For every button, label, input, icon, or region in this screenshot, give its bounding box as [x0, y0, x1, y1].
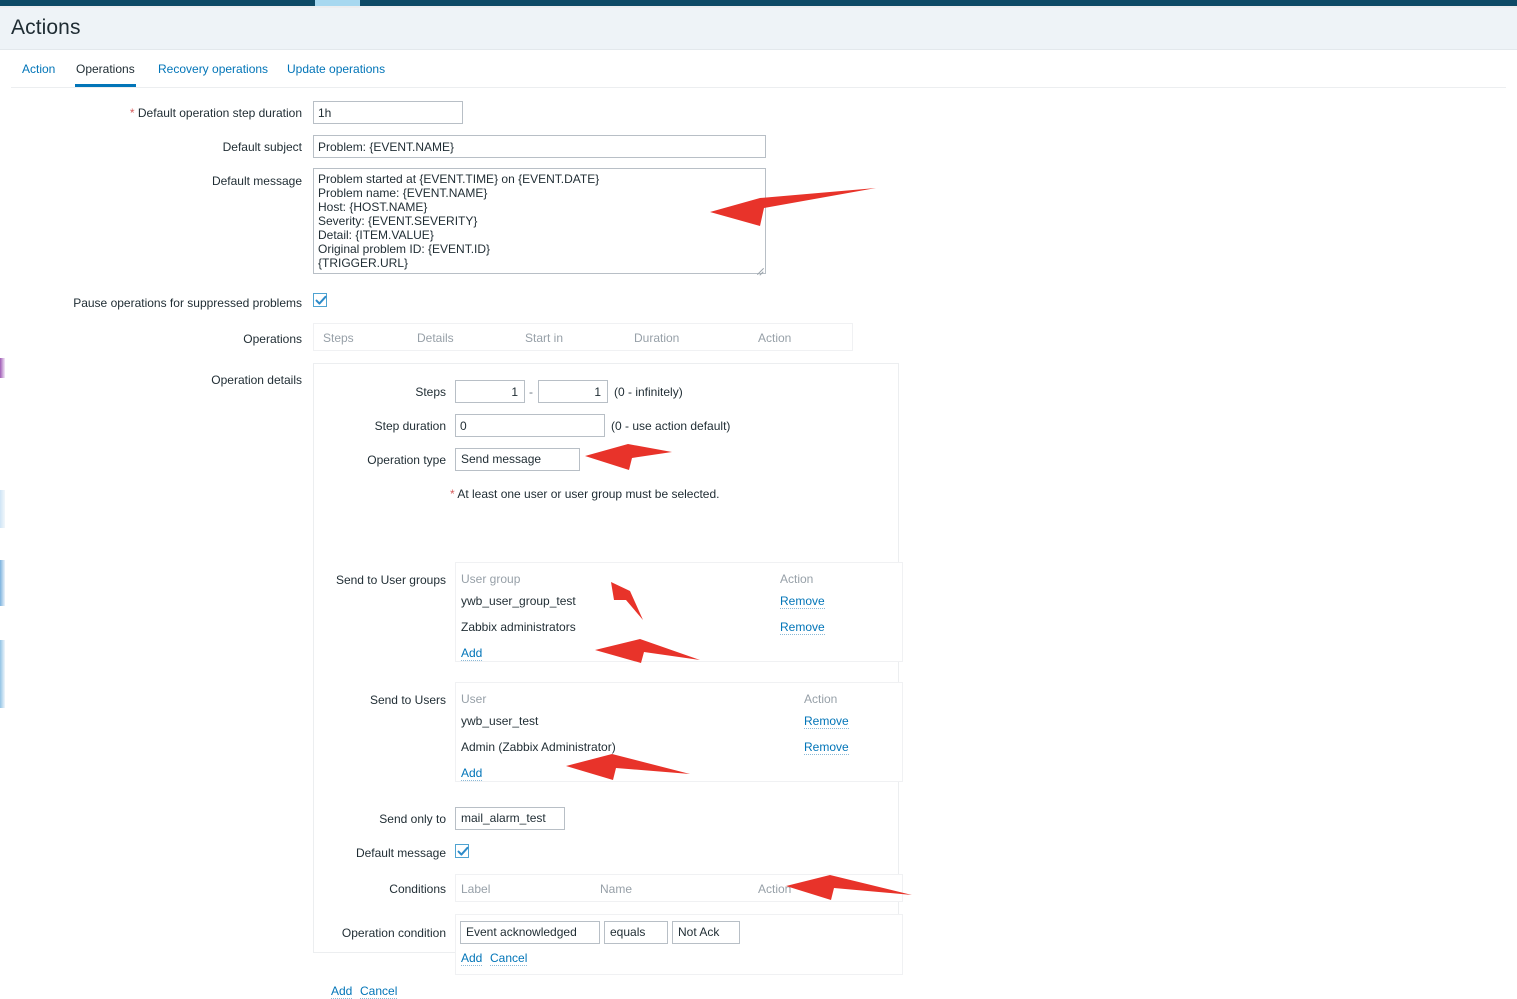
sidebar-edge-mark-purple — [0, 358, 5, 378]
steps-hint: (0 - infinitely) — [614, 385, 683, 399]
checkmark-icon — [457, 846, 469, 856]
label-default-subject: Default subject — [222, 140, 302, 154]
operation-condition-table: Event acknowledged equals Not Ack Add Ca… — [455, 914, 903, 975]
operation-default-message-checkbox[interactable] — [455, 844, 469, 858]
label-send-only-to: Send only to — [379, 812, 446, 826]
required-asterisk: * — [129, 106, 135, 120]
table-row: ywb_user_test — [461, 714, 539, 728]
label-operation-type: Operation type — [367, 453, 446, 467]
operations-col-details: Details — [417, 331, 454, 345]
operation-condition-add-link[interactable]: Add — [461, 951, 483, 966]
label-send-to-user-groups: Send to User groups — [335, 573, 446, 587]
page-title: Actions — [11, 16, 81, 39]
conditions-table: Label Name Action — [455, 874, 903, 902]
table-row: ywb_user_group_test — [461, 594, 576, 608]
operations-col-steps: Steps — [323, 331, 354, 345]
table-row: Zabbix administrators — [461, 620, 576, 634]
default-operation-step-duration-input[interactable] — [313, 101, 463, 124]
operation-details-cancel-link[interactable]: Cancel — [360, 984, 398, 999]
operation-type-select[interactable]: Send message — [455, 448, 580, 471]
add-user-link[interactable]: Add — [461, 766, 483, 781]
operation-condition-operator-value: equals — [610, 925, 646, 939]
page-header: Actions — [0, 8, 1517, 50]
step-duration-hint: (0 - use action default) — [611, 419, 731, 433]
operations-col-start-in: Start in — [525, 331, 564, 345]
table-row: Admin (Zabbix Administrator) — [461, 740, 616, 754]
conditions-col-label: Label — [461, 882, 491, 896]
sidebar-edge-mark-blue-3 — [0, 640, 5, 708]
label-operations: Operations — [243, 332, 302, 346]
add-user-group-link[interactable]: Add — [461, 646, 483, 661]
conditions-col-action: Action — [758, 882, 792, 896]
tab-operations[interactable]: Operations — [75, 58, 136, 87]
conditions-col-name: Name — [600, 882, 633, 896]
operation-condition-operator-select[interactable]: equals — [604, 921, 668, 944]
send-to-users-table: User Action ywb_user_test Remove Admin (… — [455, 682, 903, 782]
label-default-message-checkbox: Default message — [355, 846, 446, 860]
remove-user-link-1[interactable]: Remove — [804, 714, 849, 729]
checkmark-icon — [315, 295, 327, 305]
operation-condition-type-value: Event acknowledged — [466, 925, 577, 939]
tab-recovery-operations[interactable]: Recovery operations — [157, 58, 269, 84]
validation-text: At least one user or user group must be … — [457, 487, 720, 501]
label-default-message: Default message — [211, 174, 302, 188]
operation-details-panel: Steps - (0 - infinitely) Step duration (… — [313, 363, 903, 999]
label-default-operation-step-duration: * Default operation step duration — [11, 106, 302, 120]
send-only-to-value: mail_alarm_test — [461, 811, 546, 825]
remove-user-link-2[interactable]: Remove — [804, 740, 849, 755]
operation-condition-state-value: Not Ack — [678, 925, 720, 939]
default-subject-input[interactable] — [313, 135, 766, 158]
tab-bar: Action Operations Recovery operations Up… — [11, 58, 1506, 88]
remove-user-group-link-1[interactable]: Remove — [780, 594, 825, 609]
tab-action[interactable]: Action — [21, 58, 56, 84]
label-operation-details: Operation details — [211, 373, 302, 387]
pause-operations-suppressed-checkbox[interactable] — [313, 293, 327, 307]
remove-user-group-link-2[interactable]: Remove — [780, 620, 825, 635]
users-col-action: Action — [804, 692, 838, 706]
steps-to-input[interactable] — [538, 380, 608, 403]
user-selection-validation-note: * At least one user or user group must b… — [450, 487, 720, 501]
steps-from-input[interactable] — [455, 380, 525, 403]
steps-range-separator: - — [529, 385, 533, 399]
operation-condition-type-select[interactable]: Event acknowledged — [460, 921, 600, 944]
operations-table: Steps Details Start in Duration Action — [313, 323, 853, 351]
step-duration-input[interactable] — [455, 414, 605, 437]
validation-asterisk: * — [450, 487, 455, 501]
label-text: Default operation step duration — [137, 106, 302, 120]
sidebar-edge-mark-blue-2 — [0, 560, 5, 606]
user-groups-col-name: User group — [461, 572, 521, 586]
label-steps: Steps — [415, 385, 446, 399]
label-operation-condition: Operation condition — [341, 926, 446, 940]
default-message-textarea[interactable]: Problem started at {EVENT.TIME} on {EVEN… — [313, 168, 766, 274]
tab-update-operations[interactable]: Update operations — [286, 58, 386, 84]
label-send-to-users: Send to Users — [369, 693, 446, 707]
users-col-name: User — [461, 692, 487, 706]
operation-details-add-link[interactable]: Add — [331, 984, 353, 999]
operation-type-value: Send message — [461, 452, 542, 466]
content-card: Action Operations Recovery operations Up… — [11, 51, 1506, 999]
send-to-user-groups-table: User group Action ywb_user_group_test Re… — [455, 562, 903, 662]
label-pause-operations-suppressed: Pause operations for suppressed problems — [73, 296, 302, 310]
label-conditions: Conditions — [389, 882, 446, 896]
operation-condition-cancel-link[interactable]: Cancel — [490, 951, 528, 966]
send-only-to-select[interactable]: mail_alarm_test — [455, 807, 565, 830]
label-step-duration: Step duration — [374, 419, 446, 433]
operations-col-duration: Duration — [634, 331, 680, 345]
user-groups-col-action: Action — [780, 572, 814, 586]
operations-col-action: Action — [758, 331, 792, 345]
sidebar-edge-mark-blue-1 — [0, 490, 5, 528]
operation-condition-state-select[interactable]: Not Ack — [672, 921, 740, 944]
